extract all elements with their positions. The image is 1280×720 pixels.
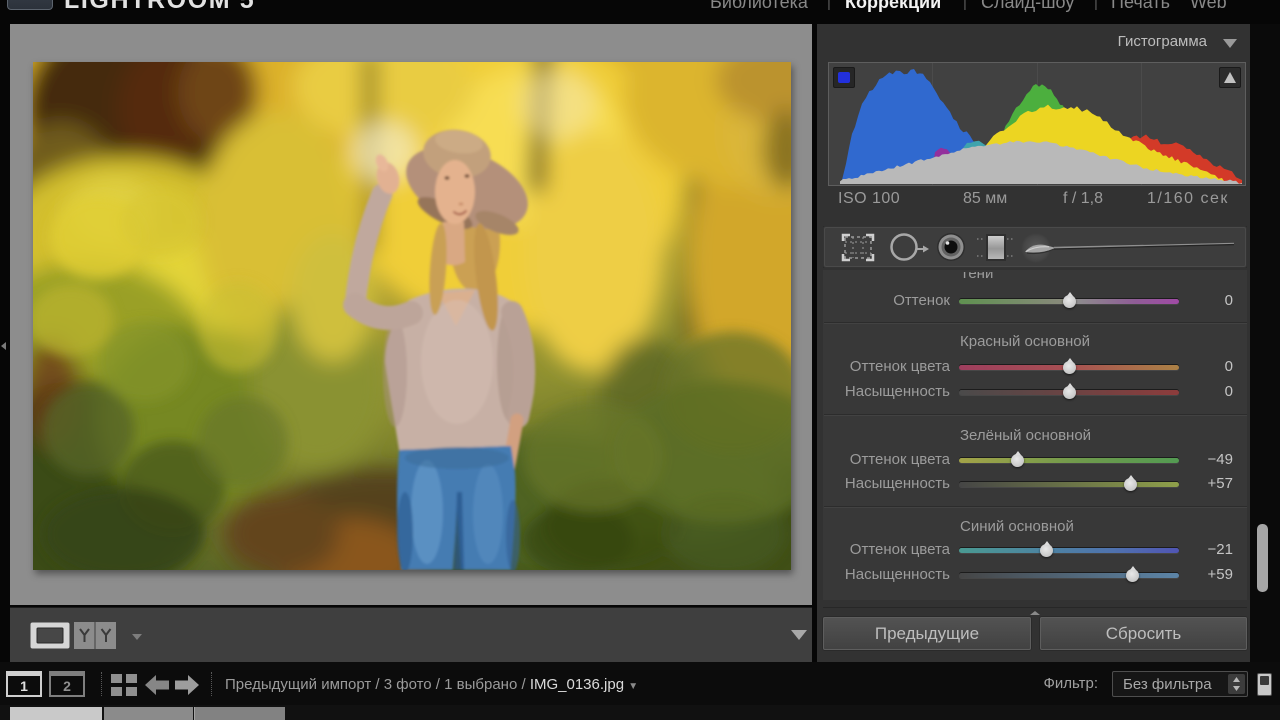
svg-text:1: 1 [20,678,28,694]
svg-text:2: 2 [63,678,71,694]
